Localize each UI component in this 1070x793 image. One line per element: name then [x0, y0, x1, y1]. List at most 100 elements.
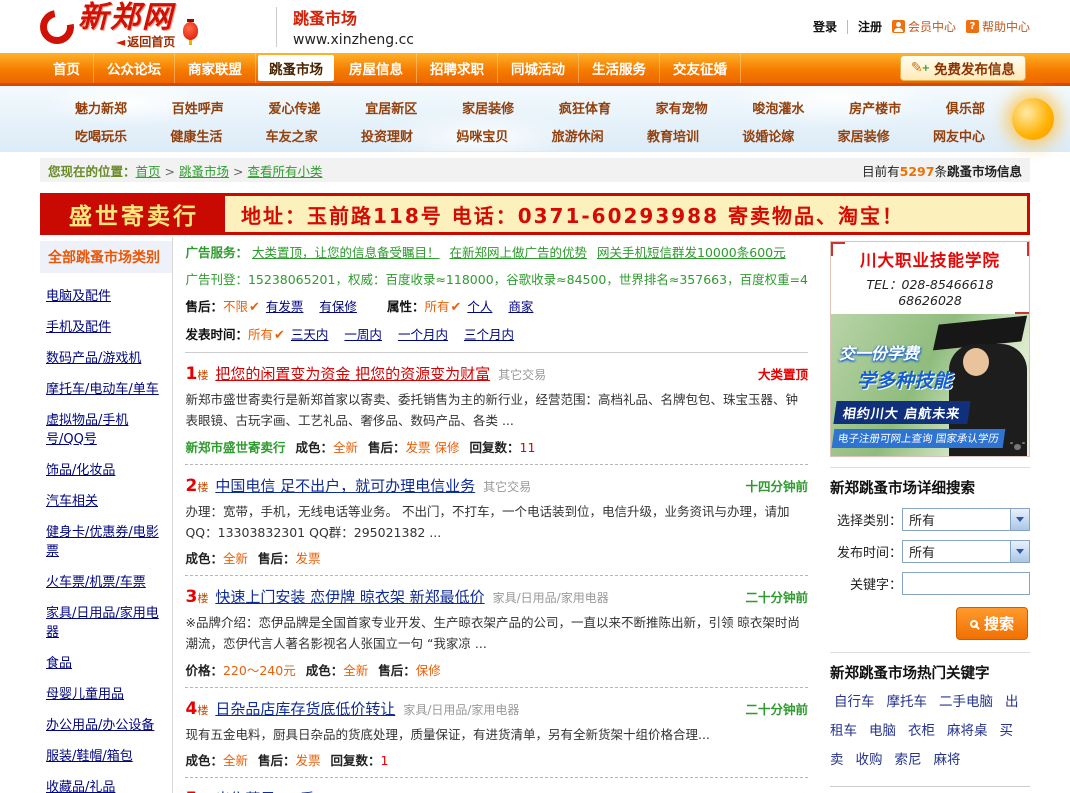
breadcrumb-link[interactable]: 跳蚤市场	[179, 164, 229, 179]
breadcrumb-link[interactable]: 首页	[136, 164, 161, 179]
listing-floor: 4楼	[185, 699, 208, 719]
subnav-link[interactable]: 家有宠物	[656, 98, 708, 117]
subnav-link[interactable]: 车友之家	[266, 126, 318, 145]
ad-service-link[interactable]: 在新郑网上做广告的优势	[449, 245, 587, 260]
floor-suffix: 楼	[197, 703, 209, 717]
breadcrumb-separator: >	[164, 163, 176, 179]
filter-option-link[interactable]: 有发票	[266, 299, 304, 314]
filter-selected[interactable]: 不限✔	[223, 299, 260, 315]
back-arrow-icon: ◄	[116, 35, 126, 49]
account-link[interactable]: 帮助中心	[965, 18, 1030, 35]
nav-item[interactable]: 同城活动	[498, 53, 579, 83]
nav-item[interactable]: 交友征婚	[660, 53, 741, 83]
subnav-link[interactable]: 投资理财	[361, 126, 413, 145]
listing-category[interactable]: 其它交易	[483, 478, 531, 495]
search-button[interactable]: 搜索	[955, 607, 1028, 640]
subnav-link[interactable]: 百姓呼声	[172, 98, 224, 117]
chevron-down-icon[interactable]	[1010, 509, 1029, 530]
filter-option-link[interactable]: 一周内	[344, 327, 382, 342]
nav-item[interactable]: 房屋信息	[336, 53, 417, 83]
back-home-link[interactable]: ◄ 返回首页	[116, 33, 175, 50]
nav-item[interactable]: 生活服务	[579, 53, 660, 83]
sidebar-category-link[interactable]: 火车票/机票/车票	[46, 571, 164, 590]
listing-title-link[interactable]: 把您的闲置变为资金 把您的资源变为财富	[215, 363, 490, 384]
subnav-link[interactable]: 家居装修	[462, 98, 514, 117]
hot-keyword-link[interactable]: 衣柜	[908, 723, 935, 739]
nav-item[interactable]: 商家联盟	[175, 53, 256, 83]
hot-keyword-link[interactable]: 麻将	[934, 752, 961, 768]
account-link[interactable]: 注册	[858, 18, 882, 35]
site-logo[interactable]: 新郑网 ◄ 返回首页	[33, 3, 270, 51]
keyword-input[interactable]	[902, 572, 1030, 595]
subnav-link[interactable]: 唆泡灌水	[752, 98, 804, 117]
subnav-link[interactable]: 旅游休闲	[552, 126, 604, 145]
floor-number: 5	[185, 789, 197, 793]
subnav-link[interactable]: 网友中心	[933, 126, 985, 145]
sidebar-category-link[interactable]: 饰品/化妆品	[46, 459, 164, 478]
nav-item[interactable]: 公众论坛	[94, 53, 175, 83]
sidebar-category-link[interactable]: 家具/日用品/家用电器	[46, 602, 164, 640]
account-link[interactable]: 登录	[813, 18, 837, 35]
ad-service-link[interactable]: 网关手机短信群发10000条600元	[597, 245, 786, 260]
filter-option-link[interactable]: 商家	[508, 299, 533, 314]
filter-selected[interactable]: 所有✔	[424, 299, 461, 315]
subnav-link[interactable]: 爱心传递	[269, 98, 321, 117]
filter-option-link[interactable]: 三个月内	[464, 327, 514, 342]
sidebar-category-link[interactable]: 服装/鞋帽/箱包	[46, 745, 164, 764]
sidebar-category-link[interactable]: 收藏品/礼品	[46, 776, 164, 793]
category-select[interactable]: 所有	[902, 508, 1030, 531]
ad-service-link[interactable]: 大类置顶，让您的信息备受瞩目！	[252, 245, 440, 260]
sidebar-category-link[interactable]: 手机及配件	[46, 316, 164, 335]
account-link[interactable]: 会员中心	[891, 18, 956, 35]
nav-item[interactable]: 招聘求职	[417, 53, 498, 83]
filter-option-link[interactable]: 一个月内	[398, 327, 448, 342]
chevron-down-icon[interactable]	[1010, 541, 1029, 562]
hot-keyword-link[interactable]: 自行车	[834, 694, 875, 710]
subnav-link[interactable]: 疯狂体育	[559, 98, 611, 117]
subnav-link[interactable]: 房产楼市	[849, 98, 901, 117]
filter-option-link[interactable]: 个人	[467, 299, 492, 314]
subnav-link[interactable]: 魅力新郑	[75, 98, 127, 117]
subnav-link[interactable]: 妈咪宝贝	[456, 126, 508, 145]
nav-item[interactable]: 首页	[40, 53, 94, 83]
subnav-link[interactable]: 教育培训	[647, 126, 699, 145]
subnav-link[interactable]: 俱乐部	[946, 98, 985, 117]
subnav-link[interactable]: 宜居新区	[365, 98, 417, 117]
listing-title-link[interactable]: 中国电信 足不出户，就可办理电信业务	[215, 475, 475, 496]
promo-banner[interactable]: 盛世寄卖行 地址：玉前路118号 电话：0371-60293988 寄卖物品、淘…	[40, 193, 1030, 235]
nav-item[interactable]: 跳蚤市场	[258, 55, 334, 81]
filter-option-link[interactable]: 有保修	[319, 299, 357, 314]
sidebar-category-link[interactable]: 电脑及配件	[46, 285, 164, 304]
hot-keyword-link[interactable]: 麻将桌	[947, 723, 988, 739]
sidebar-category-link[interactable]: 虚拟物品/手机号/QQ号	[46, 409, 164, 447]
publish-time-select[interactable]: 所有	[902, 540, 1030, 563]
hot-keyword-link[interactable]: 收购	[856, 752, 883, 768]
hot-keyword-link[interactable]: 摩托车	[887, 694, 928, 710]
sidebar-category-link[interactable]: 摩托车/电动车/单车	[46, 378, 164, 397]
floor-number: 4	[185, 698, 198, 719]
sidebar-category-link[interactable]: 办公用品/办公设备	[46, 714, 164, 733]
post-info-button[interactable]: ✎ + 免费发布信息	[899, 55, 1026, 81]
listing-category[interactable]: 其它交易	[498, 366, 546, 383]
listing-title-link[interactable]: 快速上门安装 恋伊牌 晾衣架 新郑最低价	[215, 586, 484, 607]
listing-title-link[interactable]: 日杂品店库存货底低价转让	[215, 698, 395, 719]
subnav-link[interactable]: 健康生活	[170, 126, 222, 145]
sidebar-category-link[interactable]: 母婴儿童用品	[46, 683, 164, 702]
filter-selected[interactable]: 所有✔	[248, 327, 285, 343]
hot-keyword-link[interactable]: 二手电脑	[939, 694, 993, 710]
sidebar-category-link[interactable]: 数码产品/游戏机	[46, 347, 164, 366]
hot-keyword-link[interactable]: 电脑	[869, 723, 896, 739]
breadcrumb-link[interactable]: 查看所有小类	[248, 164, 323, 179]
subnav-link[interactable]: 吃喝玩乐	[75, 126, 127, 145]
subnav-link[interactable]: 谈婚论嫁	[742, 126, 794, 145]
sidebar-category-link[interactable]: 食品	[46, 652, 164, 671]
sidebar-ad[interactable]: 川大职业技能学院 TEL：028-85466618 68626028 交一份学费…	[830, 241, 1030, 457]
listing-category[interactable]: 家具/日用品/家用电器	[403, 701, 519, 718]
subnav-link[interactable]: 家居装修	[838, 126, 890, 145]
filter-option-link[interactable]: 三天内	[291, 327, 329, 342]
listing-category[interactable]: 家具/日用品/家用电器	[493, 589, 609, 606]
sidebar-category-link[interactable]: 健身卡/优惠券/电影票	[46, 521, 164, 559]
hot-keyword-link[interactable]: 索尼	[895, 752, 922, 768]
sidebar-category-link[interactable]: 汽车相关	[46, 490, 164, 509]
listing-title-link[interactable]: 出售苹果5二手	[215, 788, 315, 793]
